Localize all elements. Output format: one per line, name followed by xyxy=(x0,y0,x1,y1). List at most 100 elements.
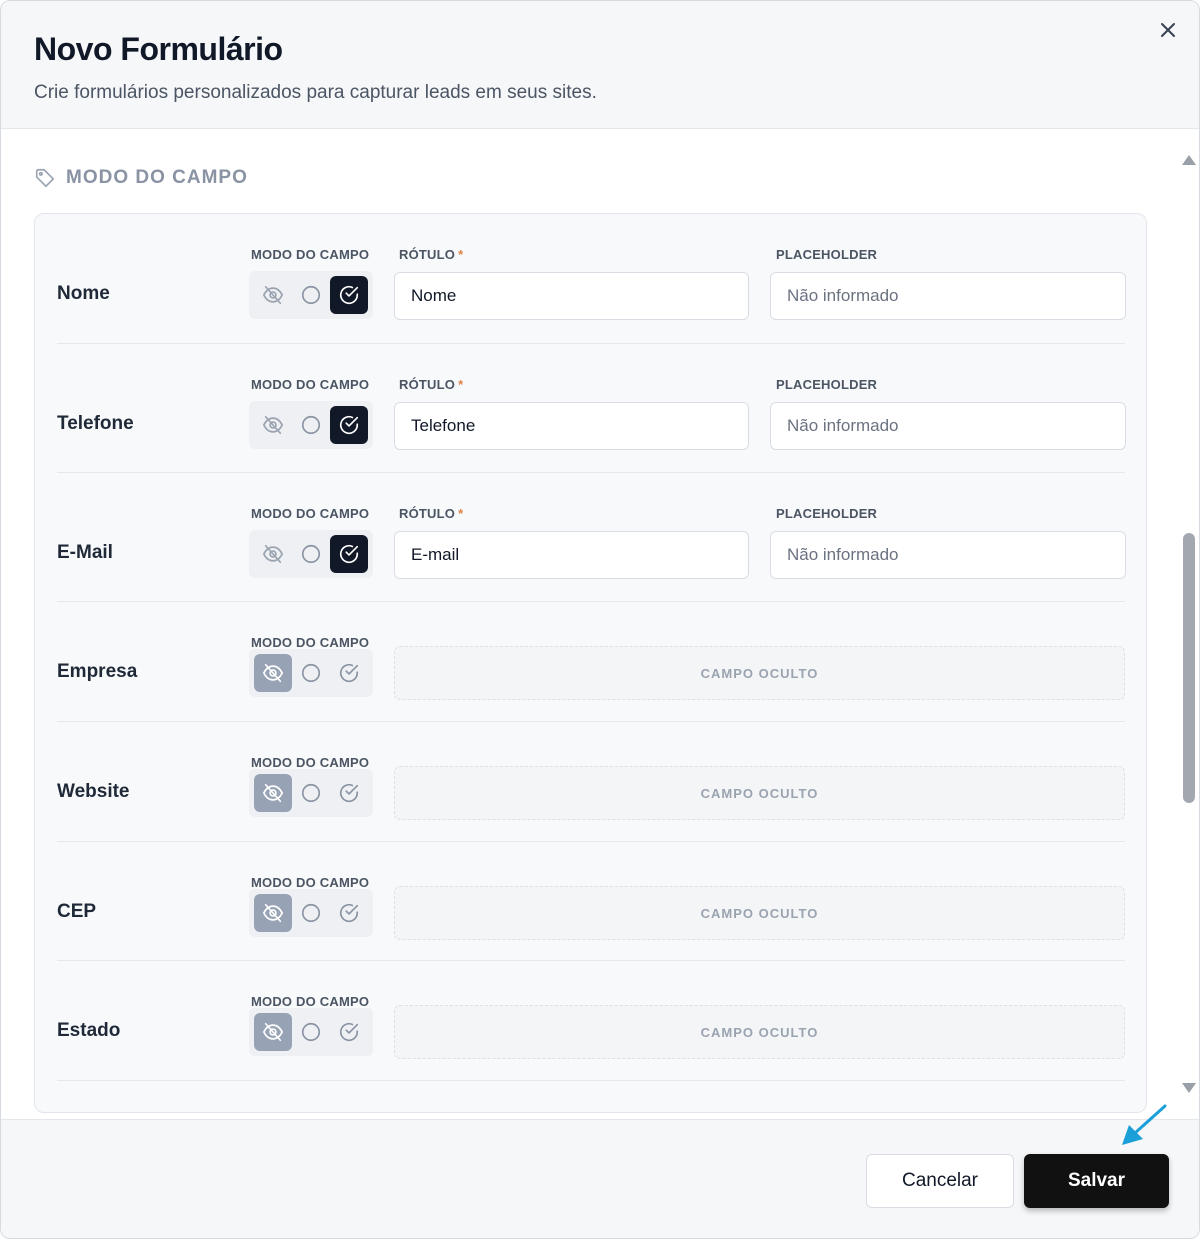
field-mode-selector xyxy=(249,401,373,449)
eye-off-icon xyxy=(262,783,284,803)
required-asterisk: * xyxy=(458,247,464,262)
mode-optional-button[interactable] xyxy=(292,406,330,444)
mode-required-button[interactable] xyxy=(330,774,368,812)
section-title: MODO DO CAMPO xyxy=(66,167,248,188)
label-caption: RÓTULO * xyxy=(399,506,463,521)
mode-hidden-button[interactable] xyxy=(254,276,292,314)
field-name: Telefone xyxy=(57,413,134,434)
mode-required-button[interactable] xyxy=(330,406,368,444)
tag-icon xyxy=(35,168,55,188)
placeholder-caption: PLACEHOLDER xyxy=(776,506,878,521)
check-circle-icon xyxy=(339,664,359,682)
mode-optional-button[interactable] xyxy=(292,276,330,314)
eye-off-icon xyxy=(262,1022,284,1042)
mode-optional-button[interactable] xyxy=(292,654,330,692)
section-header: MODO DO CAMPO xyxy=(34,167,248,189)
scroll-up-arrow[interactable] xyxy=(1182,155,1196,165)
dialog-title: Novo Formulário xyxy=(34,31,283,67)
label-input[interactable]: E-mail xyxy=(394,531,749,579)
placeholder-input[interactable]: Não informado xyxy=(770,272,1126,320)
mode-required-button[interactable] xyxy=(330,894,368,932)
circle-icon xyxy=(301,415,321,435)
mode-optional-button[interactable] xyxy=(292,774,330,812)
mode-required-button[interactable] xyxy=(330,654,368,692)
cancel-button[interactable]: Cancelar xyxy=(866,1154,1014,1208)
required-asterisk: * xyxy=(458,506,464,521)
mode-label: MODO DO CAMPO xyxy=(251,994,370,1009)
mode-required-button[interactable] xyxy=(330,1013,368,1051)
circle-icon xyxy=(301,1022,321,1042)
scroll-down-arrow[interactable] xyxy=(1182,1083,1196,1093)
field-name: E-Mail xyxy=(57,542,113,563)
pointer-arrow-icon xyxy=(1122,1104,1167,1145)
check-circle-icon xyxy=(339,904,359,922)
label-caption: RÓTULO * xyxy=(399,377,463,392)
eye-off-icon xyxy=(262,415,284,435)
mode-required-button[interactable] xyxy=(330,276,368,314)
mode-optional-button[interactable] xyxy=(292,894,330,932)
field-mode-selector xyxy=(249,889,373,937)
field-name: Nome xyxy=(57,283,110,304)
field-mode-selector xyxy=(249,530,373,578)
label-input[interactable]: Nome xyxy=(394,272,749,320)
field-name: CEP xyxy=(57,901,97,922)
mode-hidden-button[interactable] xyxy=(254,654,292,692)
required-asterisk: * xyxy=(458,377,464,392)
mode-hidden-button[interactable] xyxy=(254,894,292,932)
mode-hidden-button[interactable] xyxy=(254,406,292,444)
close-button[interactable] xyxy=(1157,19,1179,41)
dialog-body[interactable]: MODO DO CAMPO Nome MODO DO CAMPO RÓTULO * P… xyxy=(1,129,1199,1119)
hidden-field-notice: CAMPO OCULTO xyxy=(394,886,1125,940)
dialog-header: Novo Formulário Crie formulários persona… xyxy=(1,1,1199,129)
check-circle-icon xyxy=(339,416,359,434)
save-button[interactable]: Salvar xyxy=(1024,1154,1169,1208)
mode-label: MODO DO CAMPO xyxy=(251,377,370,392)
field-mode-selector xyxy=(249,1008,373,1056)
mode-optional-button[interactable] xyxy=(292,535,330,573)
check-circle-icon xyxy=(339,286,359,304)
placeholder-input[interactable]: Não informado xyxy=(770,402,1126,450)
check-circle-icon xyxy=(339,784,359,802)
circle-icon xyxy=(301,285,321,305)
field-row: Nome MODO DO CAMPO RÓTULO * PLACEHOLDER Nome… xyxy=(57,214,1126,344)
scrollbar-thumb[interactable] xyxy=(1183,533,1195,803)
eye-off-icon xyxy=(262,663,284,683)
mode-hidden-button[interactable] xyxy=(254,1013,292,1051)
field-name: Website xyxy=(57,781,130,802)
mode-optional-button[interactable] xyxy=(292,1013,330,1051)
eye-off-icon xyxy=(262,903,284,923)
label-caption-text: RÓTULO xyxy=(399,377,456,392)
mode-hidden-button[interactable] xyxy=(254,774,292,812)
dialog-subtitle: Crie formulários personalizados para cap… xyxy=(34,82,597,103)
circle-icon xyxy=(301,903,321,923)
eye-off-icon xyxy=(262,285,284,305)
hidden-field-notice: CAMPO OCULTO xyxy=(394,1005,1125,1059)
field-mode-selector xyxy=(249,769,373,817)
mode-label: MODO DO CAMPO xyxy=(251,635,370,650)
field-row-partial xyxy=(57,1081,1125,1112)
label-caption-text: RÓTULO xyxy=(399,506,456,521)
mode-label: MODO DO CAMPO xyxy=(251,506,370,521)
field-row: E-Mail MODO DO CAMPO RÓTULO * PLACEHOLDER E-… xyxy=(57,473,1126,602)
field-row: Telefone MODO DO CAMPO RÓTULO * PLACEHOLDER… xyxy=(57,344,1126,473)
label-input[interactable]: Telefone xyxy=(394,402,749,450)
hidden-field-notice: CAMPO OCULTO xyxy=(394,646,1125,700)
field-mode-selector xyxy=(249,271,373,319)
new-form-dialog: Novo Formulário Crie formulários persona… xyxy=(0,0,1200,1239)
circle-icon xyxy=(301,663,321,683)
check-circle-icon xyxy=(339,1023,359,1041)
close-icon xyxy=(1161,23,1175,37)
circle-icon xyxy=(301,783,321,803)
label-caption-text: RÓTULO xyxy=(399,247,456,262)
field-name: Estado xyxy=(57,1020,121,1041)
placeholder-caption: PLACEHOLDER xyxy=(776,377,878,392)
field-name: Empresa xyxy=(57,661,138,682)
field-row: Website MODO DO CAMPO CAMPO OCULTO xyxy=(57,722,1125,842)
field-row: CEP MODO DO CAMPO CAMPO OCULTO xyxy=(57,842,1125,961)
mode-hidden-button[interactable] xyxy=(254,535,292,573)
placeholder-input[interactable]: Não informado xyxy=(770,531,1126,579)
mode-required-button[interactable] xyxy=(330,535,368,573)
eye-off-icon xyxy=(262,544,284,564)
check-circle-icon xyxy=(339,545,359,563)
field-mode-selector xyxy=(249,649,373,697)
